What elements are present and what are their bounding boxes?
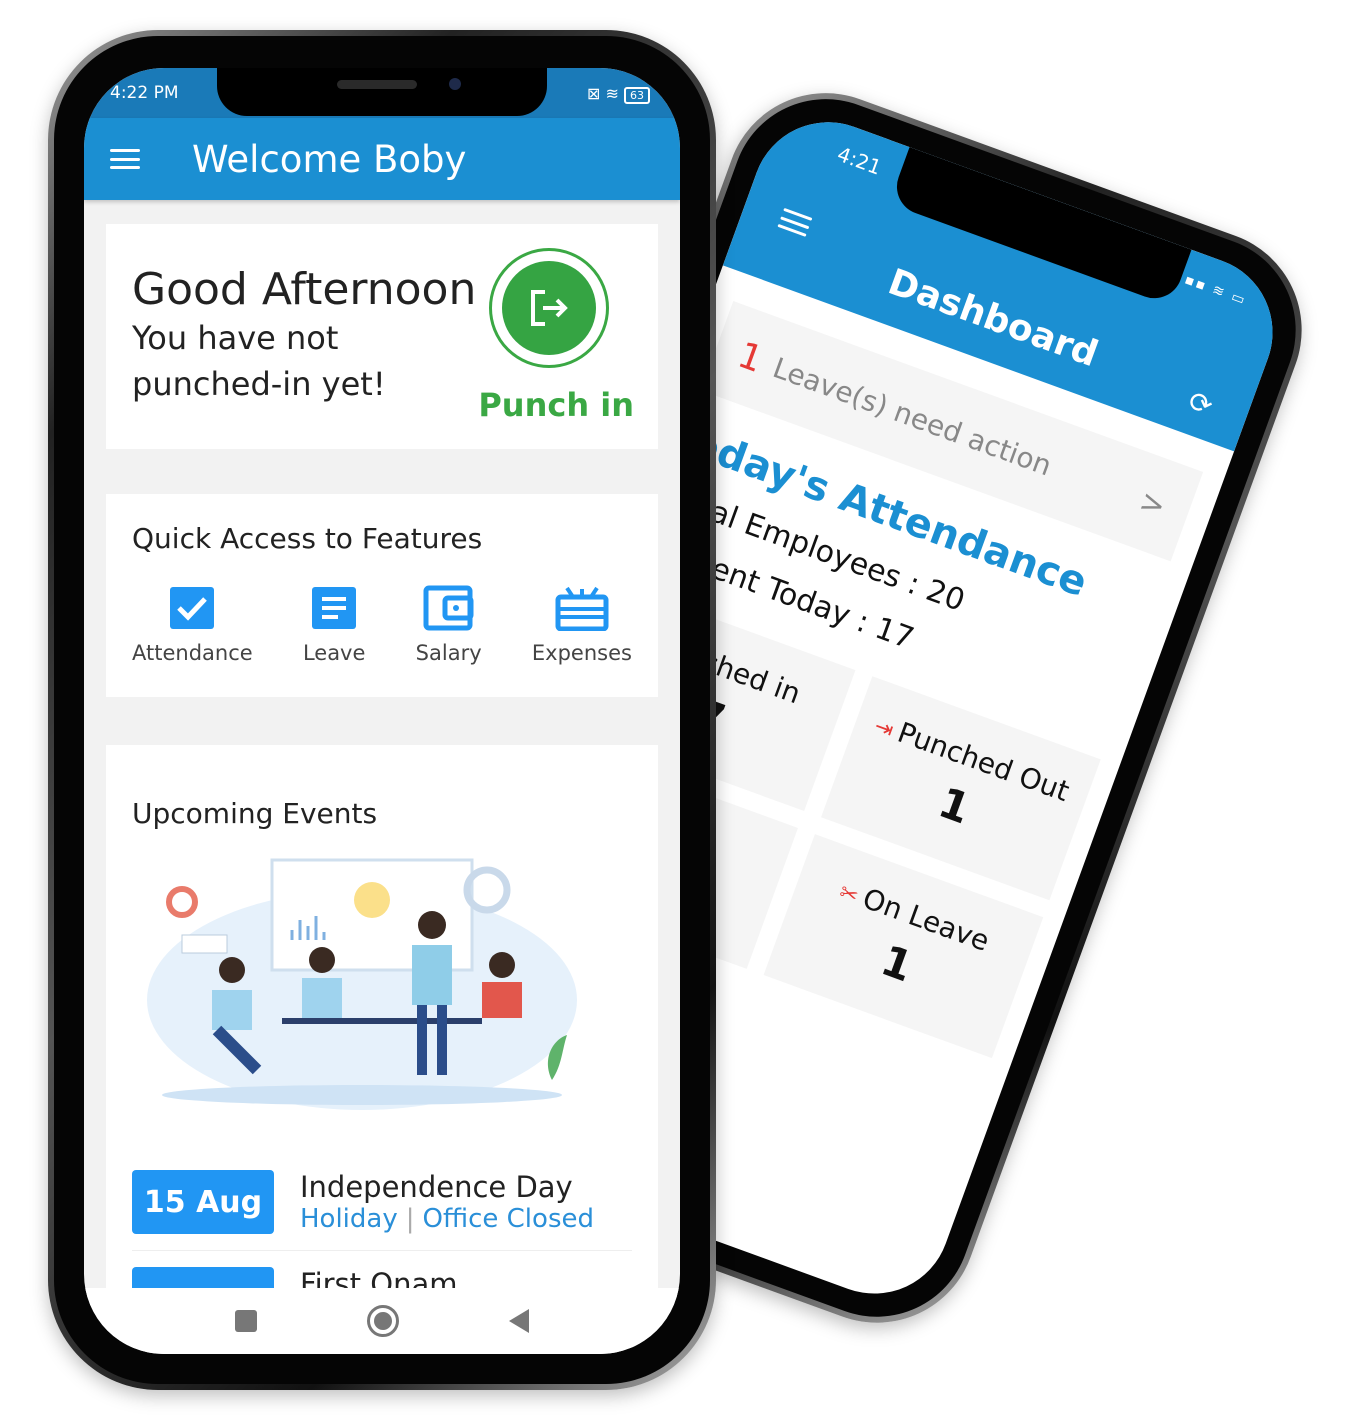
checkbox-icon — [170, 587, 215, 629]
team-meeting-illustration — [147, 858, 577, 1110]
chevron-right-icon: > — [1134, 483, 1171, 525]
punch-in-label: Punch in — [478, 386, 634, 424]
punch-status-message: You have not punched-in yet! — [132, 319, 386, 403]
punch-in-button[interactable]: Punch in — [478, 248, 634, 424]
document-icon — [312, 587, 357, 629]
hamburger-icon[interactable] — [110, 149, 140, 169]
quick-access-title: Quick Access to Features — [132, 522, 483, 555]
home-screen: 4:22 PM ⊠ ≋ 63 Welcome Boby Good Afterno… — [84, 68, 680, 1354]
greeting-card: Good Afternoon You have not punched-in y… — [106, 224, 658, 449]
sim-icon: ⊠ — [587, 83, 601, 103]
status-time: 4:21 — [834, 141, 885, 180]
wifi-icon: ≋ — [605, 83, 619, 103]
home-circle-icon[interactable] — [367, 1305, 399, 1337]
upcoming-events-card: Upcoming Events 15 Aug Independence Day — [106, 745, 658, 1331]
punch-out-icon: ⇥ — [870, 713, 897, 744]
quick-access-card: Quick Access to Features Attendance Leav… — [106, 494, 658, 697]
quick-attendance[interactable]: Attendance — [132, 585, 253, 665]
android-nav-bar — [84, 1288, 680, 1354]
quick-label: Attendance — [132, 641, 253, 665]
status-time: 4:22 PM — [110, 83, 179, 103]
quick-label: Salary — [415, 641, 482, 665]
wallet-icon — [423, 585, 474, 631]
event-date-badge: 15 Aug — [132, 1170, 274, 1234]
quick-leave[interactable]: Leave — [303, 585, 365, 665]
events-title: Upcoming Events — [132, 797, 378, 830]
gift-box-icon — [555, 586, 609, 631]
app-bar: Welcome Boby — [84, 118, 680, 200]
status-icons: ⊠ ≋ 63 — [587, 83, 650, 104]
event-item[interactable]: 15 Aug Independence Day Holiday | Office C… — [132, 1154, 632, 1251]
quick-expenses[interactable]: Expenses — [532, 585, 632, 665]
event-note: Office Closed — [422, 1204, 595, 1234]
leave-icon: ✂ — [835, 879, 862, 910]
back-triangle-icon[interactable] — [509, 1309, 529, 1333]
recents-square-icon[interactable] — [235, 1310, 257, 1332]
quick-label: Leave — [302, 641, 366, 665]
divider: | — [405, 1204, 415, 1234]
event-type: Holiday — [300, 1204, 398, 1234]
event-name: Independence Day — [300, 1170, 573, 1204]
battery-icon: 63 — [624, 86, 650, 104]
quick-salary[interactable]: Salary — [416, 585, 482, 665]
quick-label: Expenses — [531, 641, 632, 665]
home-phone: 4:22 PM ⊠ ≋ 63 Welcome Boby Good Afterno… — [48, 30, 716, 1390]
leave-count: 1 — [732, 334, 769, 381]
signal-wifi-battery-icon: ▪▪ ≋ ▭ — [1182, 271, 1249, 309]
notch — [217, 68, 547, 116]
logout-arrow-icon — [502, 261, 597, 355]
page-title: Welcome Boby — [192, 137, 467, 181]
